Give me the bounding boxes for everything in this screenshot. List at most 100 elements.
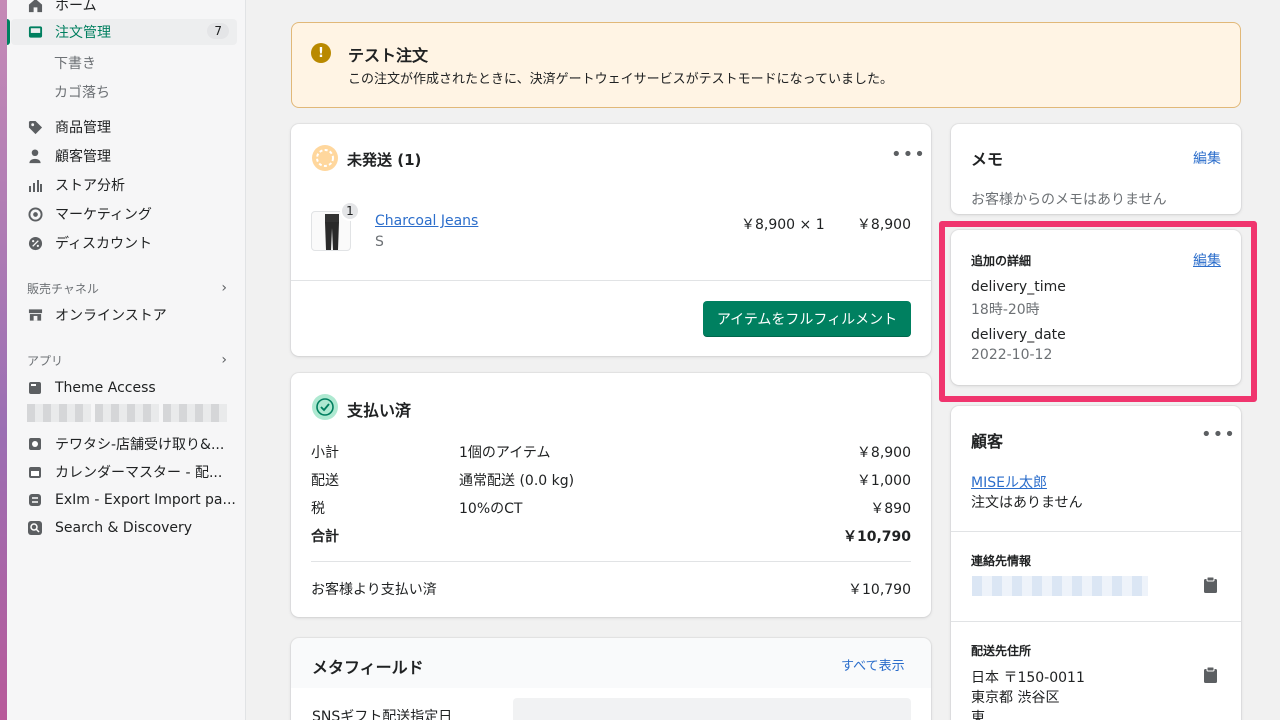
banner-title: テスト注文 bbox=[348, 46, 429, 65]
redacted-app-row bbox=[27, 404, 227, 422]
additional-details-title: 追加の詳細 bbox=[971, 254, 1032, 268]
chevron-right-icon: › bbox=[221, 352, 227, 368]
address-line-2: 東京都 渋谷区 bbox=[971, 690, 1060, 706]
item-quantity-badge: 1 bbox=[340, 201, 360, 221]
copy-icon[interactable] bbox=[1204, 577, 1217, 593]
memo-card: メモ 編集 お客様からのメモはありません bbox=[951, 124, 1241, 214]
metafield-label: SNSギフト配送指定日 bbox=[312, 709, 453, 720]
more-actions-icon[interactable]: ••• bbox=[891, 146, 926, 164]
apps-header[interactable]: アプリ › bbox=[27, 352, 227, 369]
item-line-total: ￥8,900 bbox=[856, 217, 911, 233]
sidebar-app-calendar-master[interactable]: カレンダーマスター - 配... bbox=[7, 459, 237, 485]
product-link[interactable]: Charcoal Jeans bbox=[375, 213, 478, 229]
unfulfilled-card: 未発送 (1) ••• 1 Charcoal Jeans S ￥8,900 × … bbox=[291, 124, 931, 356]
sidebar-item-label: カレンダーマスター - 配... bbox=[55, 465, 223, 481]
divider bbox=[311, 561, 911, 562]
sidebar-app-search-discovery[interactable]: Search & Discovery bbox=[7, 515, 237, 541]
tag-icon bbox=[27, 119, 43, 135]
sidebar-item-label: オンラインストア bbox=[55, 308, 167, 324]
memo-empty-text: お客様からのメモはありません bbox=[971, 192, 1167, 208]
detail-key-delivery-date: delivery_date bbox=[971, 327, 1066, 343]
window-edge bbox=[0, 0, 7, 720]
shipping-detail: 通常配送 (0.0 kg) bbox=[459, 473, 575, 489]
redacted-contact-info bbox=[972, 576, 1148, 596]
show-all-link[interactable]: すべて表示 bbox=[841, 655, 905, 674]
payment-title: 支払い済 bbox=[347, 401, 412, 420]
test-order-banner: ! テスト注文 この注文が作成されたときに、決済ゲートウェイサービスがテストモー… bbox=[291, 22, 1241, 108]
orders-count-badge: 7 bbox=[207, 23, 229, 39]
sidebar-item-label: テワタシ-店舗受け取り&... bbox=[55, 437, 225, 453]
memo-edit-link[interactable]: 編集 bbox=[1193, 148, 1221, 168]
sidebar-item-label: 顧客管理 bbox=[55, 149, 111, 165]
metafields-card: メタフィールド すべて表示 SNSギフト配送指定日 bbox=[291, 638, 931, 720]
sidebar-item-orders[interactable]: 注文管理 7 bbox=[7, 19, 237, 45]
tax-label: 税 bbox=[311, 501, 325, 517]
app-icon bbox=[27, 380, 43, 396]
sidebar-app-exim[interactable]: ExIm - Export Import pa... bbox=[7, 487, 237, 513]
sidebar-item-analytics[interactable]: ストア分析 bbox=[7, 172, 237, 198]
sidebar-subitem-drafts[interactable]: 下書き bbox=[54, 53, 96, 73]
unfulfilled-title: 未発送 (1) bbox=[347, 151, 422, 169]
inbox-icon bbox=[27, 24, 43, 40]
contact-info-heading: 連絡先情報 bbox=[971, 554, 1032, 568]
sidebar-item-label: マーケティング bbox=[55, 207, 152, 223]
calendar-icon bbox=[27, 464, 43, 480]
sidebar-item-customers[interactable]: 顧客管理 bbox=[7, 143, 237, 169]
divider bbox=[951, 621, 1241, 622]
sidebar-item-label: Theme Access bbox=[55, 380, 156, 396]
sidebar-item-label: 注文管理 bbox=[55, 25, 111, 41]
tax-detail: 10%のCT bbox=[459, 501, 523, 517]
sidebar-app-theme-access[interactable]: Theme Access bbox=[7, 375, 237, 401]
payment-card: 支払い済 小計 1個のアイテム ￥8,900 配送 通常配送 (0.0 kg) … bbox=[291, 373, 931, 617]
exchange-icon bbox=[27, 492, 43, 508]
warning-icon: ! bbox=[311, 43, 331, 63]
sidebar-item-label: ディスカウント bbox=[55, 236, 153, 252]
address-line-3: 東 bbox=[971, 710, 985, 720]
copy-icon[interactable] bbox=[1204, 667, 1217, 683]
sidebar-item-discounts[interactable]: ディスカウント bbox=[7, 230, 237, 256]
metafield-input[interactable] bbox=[513, 698, 911, 720]
detail-value-delivery-date: 2022-10-12 bbox=[971, 347, 1053, 363]
additional-details-edit-link[interactable]: 編集 bbox=[1193, 250, 1221, 270]
additional-details-card: 追加の詳細 編集 delivery_time 18時-20時 delivery_… bbox=[951, 230, 1241, 385]
paid-by-customer-label: お客様より支払い済 bbox=[311, 582, 437, 598]
customer-card: 顧客 ••• MISEル太郎 注文はありません 連絡先情報 配送先住所 日本 〒… bbox=[951, 406, 1241, 720]
sidebar-item-marketing[interactable]: マーケティング bbox=[7, 201, 237, 227]
app-icon bbox=[27, 436, 43, 452]
sidebar-subitem-abandoned[interactable]: カゴ落ち bbox=[54, 82, 110, 102]
sidebar-item-label: ExIm - Export Import pa... bbox=[55, 492, 236, 508]
item-price-qty: ￥8,900 × 1 bbox=[741, 217, 825, 233]
paid-by-customer-amount: ￥10,790 bbox=[848, 582, 911, 598]
shipping-label: 配送 bbox=[311, 473, 339, 489]
sidebar-item-online-store[interactable]: オンラインストア bbox=[7, 302, 237, 328]
subtotal-label: 小計 bbox=[311, 445, 339, 461]
person-icon bbox=[27, 148, 43, 164]
customer-name-link[interactable]: MISEル太郎 bbox=[971, 472, 1047, 492]
shipping-amount: ￥1,000 bbox=[856, 473, 911, 489]
sidebar-item-label: ストア分析 bbox=[55, 178, 125, 194]
customer-title: 顧客 bbox=[971, 432, 1004, 451]
chevron-right-icon: › bbox=[221, 280, 227, 296]
detail-key-delivery-time: delivery_time bbox=[971, 279, 1066, 295]
subtotal-detail: 1個のアイテム bbox=[459, 445, 551, 461]
sales-channels-header[interactable]: 販売チャネル › bbox=[27, 280, 227, 297]
tax-amount: ￥890 bbox=[870, 501, 911, 517]
shipping-address-heading: 配送先住所 bbox=[971, 644, 1032, 658]
product-variant: S bbox=[375, 234, 384, 250]
memo-title: メモ bbox=[971, 150, 1004, 169]
target-icon bbox=[27, 206, 43, 222]
sidebar-item-products[interactable]: 商品管理 bbox=[7, 114, 237, 140]
bar-chart-icon bbox=[27, 177, 43, 193]
banner-message: この注文が作成されたときに、決済ゲートウェイサービスがテストモードになっていまし… bbox=[348, 72, 893, 87]
subtotal-amount: ￥8,900 bbox=[856, 445, 911, 461]
metafields-title: メタフィールド bbox=[312, 658, 424, 677]
divider bbox=[951, 531, 1241, 532]
sidebar-item-home[interactable]: ホーム bbox=[7, 0, 237, 18]
discount-icon bbox=[27, 235, 43, 251]
total-label: 合計 bbox=[311, 529, 339, 545]
fulfill-items-button[interactable]: アイテムをフルフィルメント bbox=[703, 301, 911, 337]
more-actions-icon[interactable]: ••• bbox=[1201, 426, 1236, 444]
sidebar-item-label: Search & Discovery bbox=[55, 520, 193, 536]
paid-status-icon bbox=[312, 394, 338, 420]
sidebar-app-tewatashi[interactable]: テワタシ-店舗受け取り&... bbox=[7, 431, 237, 457]
